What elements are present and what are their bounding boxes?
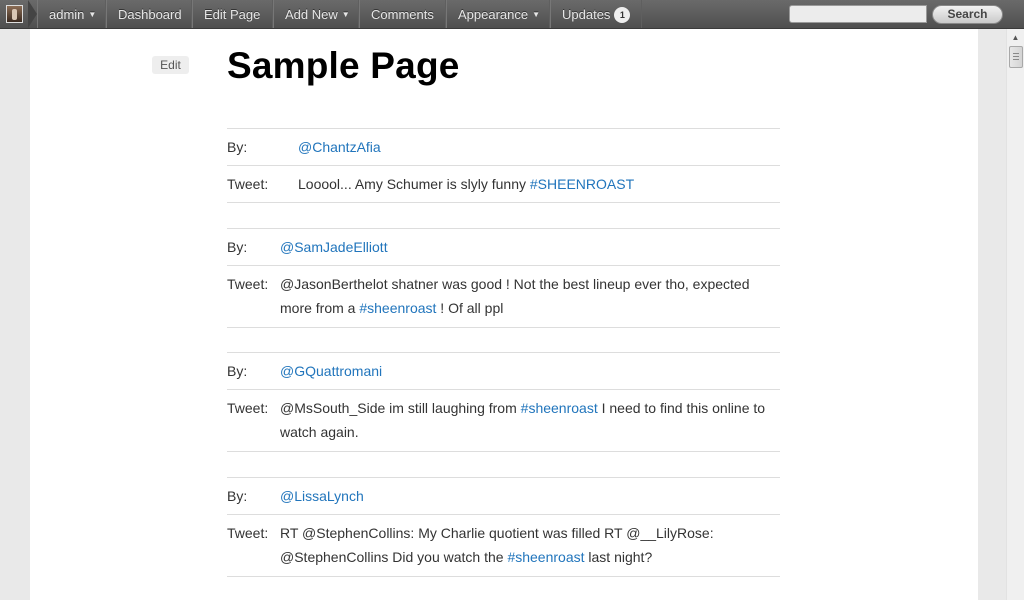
admin-user-menu[interactable]: admin ▼ [37,0,106,28]
dashboard-label: Dashboard [118,7,182,22]
tweet-label: Tweet: [227,276,269,292]
edit-page-link[interactable]: Edit Page [192,0,273,28]
scrollbar-thumb[interactable] [1009,46,1023,68]
updates-link[interactable]: Updates 1 [550,0,642,28]
tweet-label: Tweet: [227,400,269,416]
tweet-entry: By: @GQuattromani Tweet: @MsSouth_Side i… [227,352,780,452]
comments-link[interactable]: Comments [359,0,446,28]
edit-page-label: Edit Page [204,7,261,22]
updates-count-badge: 1 [614,6,631,23]
tweet-author-link[interactable]: @SamJadeElliott [280,235,388,259]
admin-bar: admin ▼ Dashboard Edit Page Add New ▼ Comm… [0,0,1024,29]
add-new-label: Add New [285,7,338,22]
tweet-entry: By: @SamJadeElliott Tweet: @JasonBerthel… [227,228,780,328]
tweet-text-part: Looool... Amy Schumer is slyly funny [298,176,530,192]
tweet-text-row: Tweet: @MsSouth_Side im still laughing f… [227,390,780,451]
tweet-author-row: By: @LissaLynch [227,478,780,515]
by-label: By: [227,139,248,155]
tweet-text-row: Tweet: @JasonBerthelot shatner was good … [227,266,780,327]
tweet-text-part: ! Of all ppl [436,300,504,316]
tweet-text-row: Tweet: RT @StephenCollins: My Charlie qu… [227,515,780,576]
appearance-menu[interactable]: Appearance ▼ [446,0,550,28]
updates-label: Updates [562,7,611,22]
vertical-scrollbar[interactable]: ▲ [1006,29,1024,600]
tweet-text: @MsSouth_Side im still laughing from #sh… [280,396,780,444]
page-content: Edit Sample Page By: @ChantzAfia Tweet: … [30,29,978,600]
admin-bar-arrow [28,0,37,28]
tweet-entry: By: @LissaLynch Tweet: RT @StephenCollin… [227,477,780,577]
admin-user-label: admin [49,7,85,22]
tweet-entry: By: @ChantzAfia Tweet: Looool... Amy Sch… [227,128,780,203]
dropdown-caret-icon: ▼ [341,10,350,19]
scroll-up-arrow-icon[interactable]: ▲ [1007,29,1024,46]
dashboard-link[interactable]: Dashboard [106,0,192,28]
tweet-author-row: By: @SamJadeElliott [227,229,780,266]
by-label: By: [227,239,248,255]
dropdown-caret-icon: ▼ [88,10,97,19]
by-label: By: [227,488,248,504]
tweet-text: RT @StephenCollins: My Charlie quotient … [280,521,780,569]
hashtag-link[interactable]: #sheenroast [359,300,436,316]
tweet-text-part: @JasonBerthelot shatner was good ! Not t… [280,276,750,316]
tweet-text-part: last night? [584,549,653,565]
tweet-text-part: @MsSouth_Side im still laughing from [280,400,521,416]
tweet-text: @JasonBerthelot shatner was good ! Not t… [280,272,780,320]
tweet-author-link[interactable]: @ChantzAfia [298,135,381,159]
appearance-label: Appearance [458,7,529,22]
comments-label: Comments [371,7,434,22]
page-title: Sample Page [227,45,460,86]
tweet-text: Looool... Amy Schumer is slyly funny #SH… [298,172,778,196]
by-label: By: [227,363,248,379]
search-input[interactable] [789,5,927,23]
search-button[interactable]: Search [932,5,1003,24]
tweet-label: Tweet: [227,176,269,192]
hashtag-link[interactable]: #SHEENROAST [530,176,634,192]
tweet-author-link[interactable]: @GQuattromani [280,359,382,383]
tweet-author-row: By: @GQuattromani [227,353,780,390]
hashtag-link[interactable]: #sheenroast [507,549,584,565]
tweet-author-link[interactable]: @LissaLynch [280,484,364,508]
hashtag-link[interactable]: #sheenroast [521,400,598,416]
avatar[interactable] [6,5,23,23]
add-new-menu[interactable]: Add New ▼ [273,0,359,28]
tweet-label: Tweet: [227,525,269,541]
tweet-text-row: Tweet: Looool... Amy Schumer is slyly fu… [227,166,780,202]
dropdown-caret-icon: ▼ [532,10,541,19]
tweet-author-row: By: @ChantzAfia [227,129,780,166]
edit-button[interactable]: Edit [152,56,189,74]
